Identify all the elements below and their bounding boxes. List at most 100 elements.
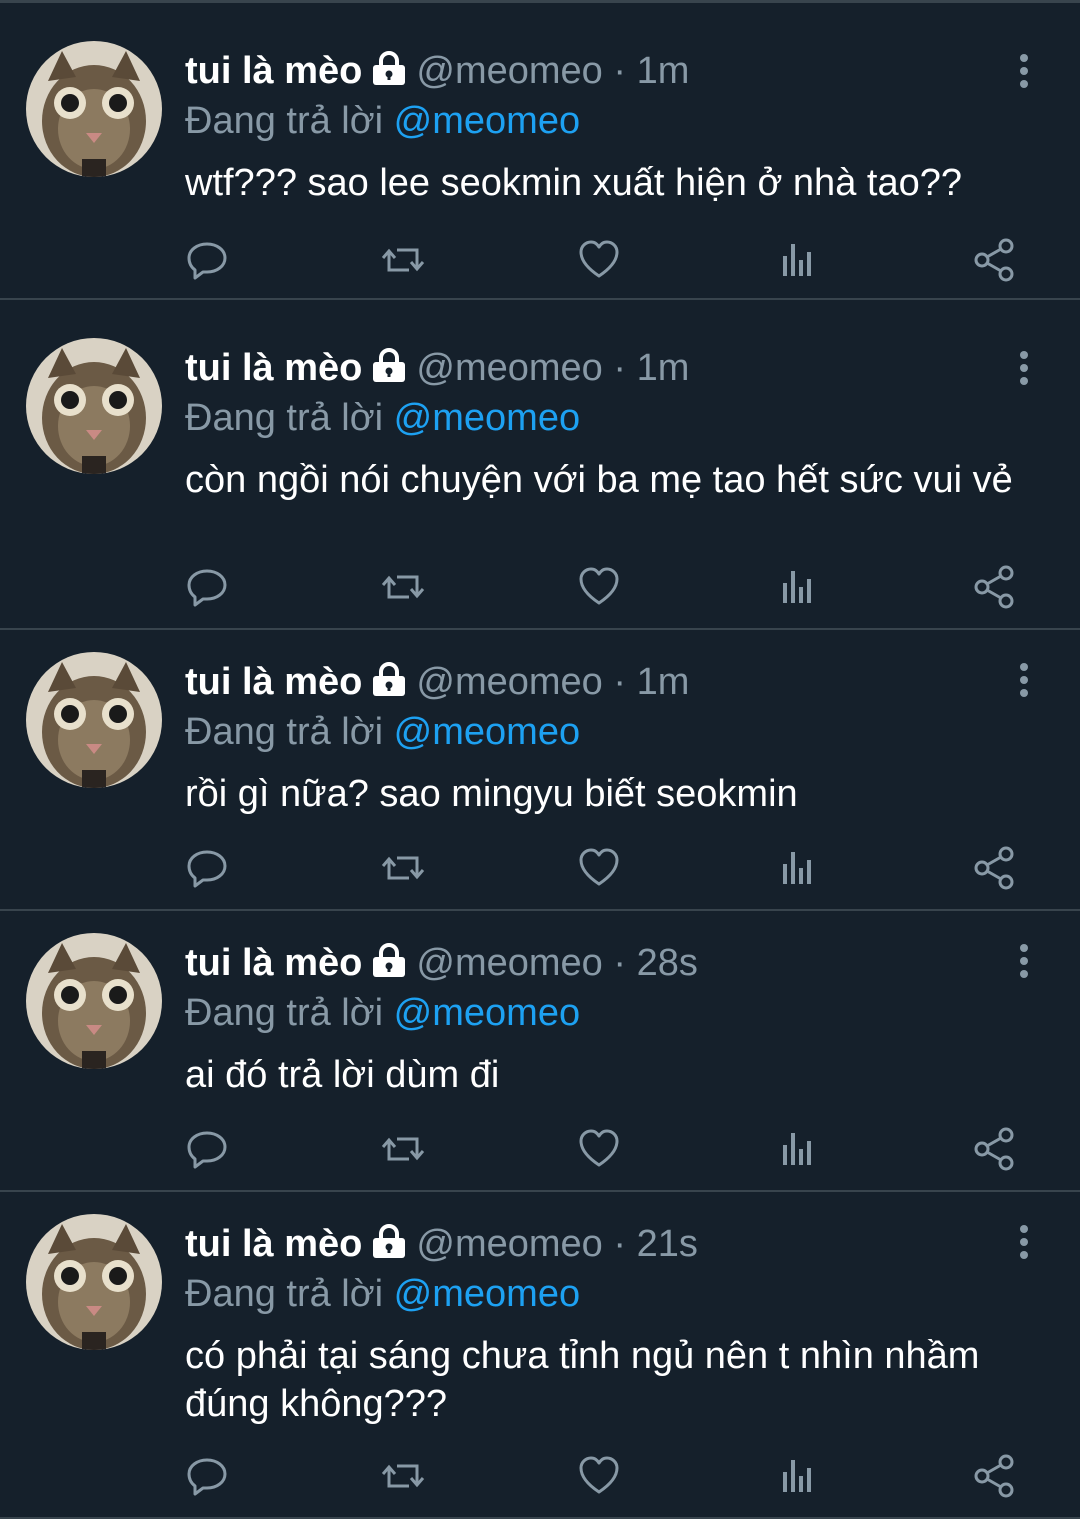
heart-icon[interactable] (577, 1127, 621, 1171)
user-handle[interactable]: @meomeo (416, 1223, 602, 1265)
user-handle[interactable]: @meomeo (416, 50, 602, 92)
share-icon[interactable] (972, 565, 1016, 609)
cat-avatar-image (26, 933, 162, 1069)
analytics-icon[interactable] (775, 846, 819, 890)
tweet[interactable]: tui là mèo @meomeo · 21s Đang trả lời @me… (0, 1192, 1080, 1519)
tweet-actions (185, 1454, 1025, 1498)
cat-avatar-image (26, 1214, 162, 1350)
retweet-icon[interactable] (381, 238, 425, 282)
avatar[interactable] (26, 933, 162, 1069)
display-name[interactable]: tui là mèo (185, 50, 362, 92)
tweet-thread: tui là mèo @meomeo · 1m Đang trả lời @meo… (0, 0, 1080, 1519)
more-vertical-icon[interactable] (1014, 350, 1034, 390)
separator-dot: · (613, 1223, 627, 1265)
replying-label: Đang trả lời (185, 397, 384, 439)
cat-avatar-image (26, 652, 162, 788)
lock-icon (370, 1218, 408, 1274)
heart-icon[interactable] (577, 1454, 621, 1498)
share-icon[interactable] (972, 1454, 1016, 1498)
tweet-content: tui là mèo @meomeo · 1m Đang trả lời @meo… (185, 654, 1020, 818)
cat-avatar-image (26, 338, 162, 474)
lock-icon (370, 656, 408, 712)
timestamp[interactable]: 28s (637, 942, 698, 984)
display-name[interactable]: tui là mèo (185, 942, 362, 984)
retweet-icon[interactable] (381, 1454, 425, 1498)
avatar[interactable] (26, 41, 162, 177)
separator-dot: · (613, 942, 627, 984)
tweet-text: rồi gì nữa? sao mingyu biết seokmin (185, 773, 798, 815)
replying-to: Đang trả lời @meomeo (185, 710, 1020, 762)
timestamp[interactable]: 1m (637, 661, 690, 703)
tweet-header: tui là mèo @meomeo · 1m (185, 43, 1020, 99)
tweet-content: tui là mèo @meomeo · 28s Đang trả lời @me… (185, 935, 1020, 1099)
reply-icon[interactable] (185, 846, 229, 890)
replying-to-handle[interactable]: @meomeo (394, 711, 580, 753)
user-handle[interactable]: @meomeo (416, 942, 602, 984)
lock-icon (370, 45, 408, 101)
tweet-header: tui là mèo @meomeo · 21s (185, 1216, 1020, 1272)
reply-icon[interactable] (185, 1127, 229, 1171)
more-vertical-icon[interactable] (1014, 1224, 1034, 1264)
retweet-icon[interactable] (381, 565, 425, 609)
user-handle[interactable]: @meomeo (416, 347, 602, 389)
tweet-actions (185, 238, 1025, 282)
separator-dot: · (613, 661, 627, 703)
tweet[interactable]: tui là mèo @meomeo · 28s Đang trả lời @me… (0, 911, 1080, 1192)
tweet[interactable]: tui là mèo @meomeo · 1m Đang trả lời @meo… (0, 3, 1080, 300)
analytics-icon[interactable] (775, 1454, 819, 1498)
separator-dot: · (613, 50, 627, 92)
reply-icon[interactable] (185, 1454, 229, 1498)
tweet[interactable]: tui là mèo @meomeo · 1m Đang trả lời @meo… (0, 300, 1080, 630)
display-name[interactable]: tui là mèo (185, 347, 362, 389)
reply-icon[interactable] (185, 565, 229, 609)
replying-to-handle[interactable]: @meomeo (394, 1273, 580, 1315)
tweet-content: tui là mèo @meomeo · 1m Đang trả lời @meo… (185, 43, 1020, 207)
retweet-icon[interactable] (381, 1127, 425, 1171)
share-icon[interactable] (972, 1127, 1016, 1171)
more-vertical-icon[interactable] (1014, 53, 1034, 93)
tweet-header: tui là mèo @meomeo · 28s (185, 935, 1020, 991)
timestamp[interactable]: 21s (637, 1223, 698, 1265)
analytics-icon[interactable] (775, 565, 819, 609)
tweet-text: wtf??? sao lee seokmin xuất hiện ở nhà t… (185, 162, 962, 204)
replying-label: Đang trả lời (185, 1273, 384, 1315)
lock-icon (370, 342, 408, 398)
replying-to: Đang trả lời @meomeo (185, 396, 1020, 448)
display-name[interactable]: tui là mèo (185, 1223, 362, 1265)
replying-to-handle[interactable]: @meomeo (394, 992, 580, 1034)
more-vertical-icon[interactable] (1014, 943, 1034, 983)
more-vertical-icon[interactable] (1014, 662, 1034, 702)
lock-icon (370, 937, 408, 993)
heart-icon[interactable] (577, 565, 621, 609)
avatar[interactable] (26, 1214, 162, 1350)
reply-icon[interactable] (185, 238, 229, 282)
analytics-icon[interactable] (775, 1127, 819, 1171)
replying-to: Đang trả lời @meomeo (185, 99, 1020, 151)
avatar[interactable] (26, 338, 162, 474)
timestamp[interactable]: 1m (637, 347, 690, 389)
tweet-actions (185, 565, 1025, 609)
replying-label: Đang trả lời (185, 100, 384, 142)
heart-icon[interactable] (577, 238, 621, 282)
avatar[interactable] (26, 652, 162, 788)
tweet-text: còn ngồi nói chuyện với ba mẹ tao hết sứ… (185, 459, 1013, 501)
tweet[interactable]: tui là mèo @meomeo · 1m Đang trả lời @meo… (0, 630, 1080, 911)
tweet-actions (185, 846, 1025, 890)
replying-to-handle[interactable]: @meomeo (394, 100, 580, 142)
replying-to-handle[interactable]: @meomeo (394, 397, 580, 439)
timestamp[interactable]: 1m (637, 50, 690, 92)
retweet-icon[interactable] (381, 846, 425, 890)
replying-label: Đang trả lời (185, 992, 384, 1034)
display-name[interactable]: tui là mèo (185, 661, 362, 703)
tweet-content: tui là mèo @meomeo · 21s Đang trả lời @me… (185, 1216, 1020, 1428)
tweet-header: tui là mèo @meomeo · 1m (185, 340, 1020, 396)
heart-icon[interactable] (577, 846, 621, 890)
tweet-content: tui là mèo @meomeo · 1m Đang trả lời @meo… (185, 340, 1020, 504)
user-handle[interactable]: @meomeo (416, 661, 602, 703)
analytics-icon[interactable] (775, 238, 819, 282)
separator-dot: · (613, 347, 627, 389)
share-icon[interactable] (972, 846, 1016, 890)
tweet-text: có phải tại sáng chưa tỉnh ngủ nên t nhì… (185, 1335, 980, 1425)
replying-to: Đang trả lời @meomeo (185, 991, 1020, 1043)
share-icon[interactable] (972, 238, 1016, 282)
